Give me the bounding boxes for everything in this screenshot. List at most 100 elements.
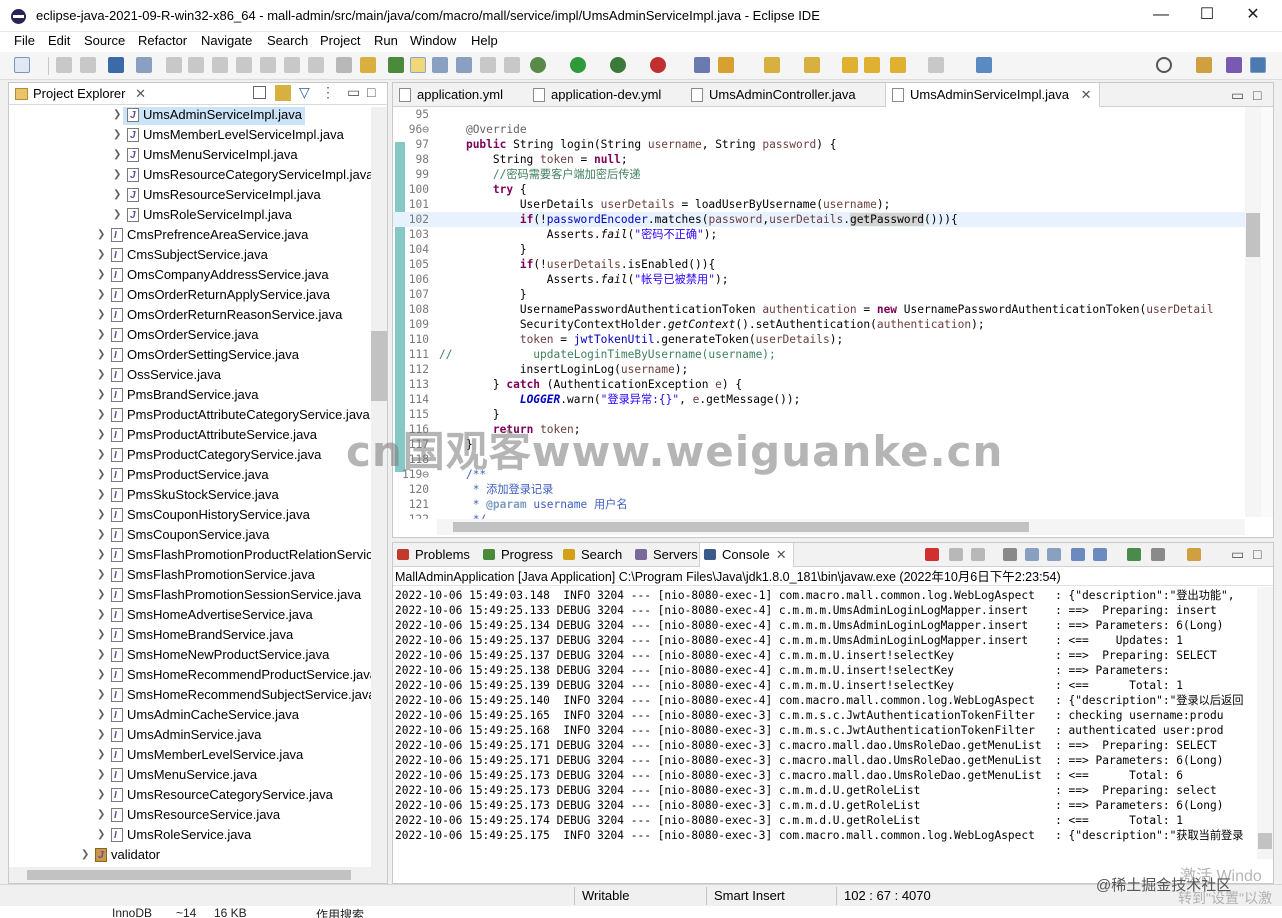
tree-item[interactable]: ❯ UmsRoleService.java	[9, 825, 371, 846]
new-java-project-icon[interactable]	[694, 57, 710, 73]
tree-item[interactable]: ❯ SmsFlashPromotionSessionService.java	[9, 585, 371, 606]
new-icon[interactable]	[14, 57, 30, 73]
minimize-button[interactable]: —	[1138, 0, 1184, 32]
expand-arrow-icon[interactable]: ❯	[97, 405, 107, 425]
tree-item[interactable]: ❯ UmsResourceCategoryServiceImpl.java	[9, 165, 371, 186]
search-icon[interactable]	[1156, 57, 1172, 73]
next-annotation-icon[interactable]	[764, 57, 780, 73]
menu-edit[interactable]: Edit	[48, 33, 70, 48]
tree-item[interactable]: ❯ SmsHomeNewProductService.java	[9, 645, 371, 666]
minimize-view-icon[interactable]: ▭	[1231, 546, 1244, 563]
terminate-icon[interactable]	[212, 57, 228, 73]
expand-arrow-icon[interactable]: ❯	[97, 485, 107, 505]
console-output[interactable]: 2022-10-06 15:49:03.148 INFO 3204 --- [n…	[393, 587, 1257, 859]
expand-arrow-icon[interactable]: ❯	[113, 205, 123, 225]
close-window-button[interactable]: ✕	[1230, 0, 1276, 32]
menu-source[interactable]: Source	[84, 33, 125, 48]
expand-arrow-icon[interactable]: ❯	[113, 125, 123, 145]
project-tree-horizontal-thumb[interactable]	[27, 870, 351, 880]
project-tree-scroll-thumb[interactable]	[371, 331, 387, 401]
tree-item[interactable]: ❯ UmsMemberLevelServiceImpl.java	[9, 125, 371, 146]
tab-console[interactable]: Console ✕	[699, 543, 794, 567]
disconnect-icon[interactable]	[236, 57, 252, 73]
link-with-editor-icon[interactable]	[275, 85, 291, 101]
expand-arrow-icon[interactable]: ❯	[97, 505, 107, 525]
show-on-stdout-icon[interactable]	[1071, 548, 1085, 561]
tree-item[interactable]: ❯ OmsCompanyAddressService.java	[9, 265, 371, 286]
tree-item[interactable]: ❯ PmsProductAttributeService.java	[9, 425, 371, 446]
expand-arrow-icon[interactable]: ❯	[97, 745, 107, 765]
tab-application-dev-yml[interactable]: application-dev.yml	[527, 83, 669, 107]
maximize-view-icon[interactable]: □	[1253, 546, 1261, 562]
tree-item[interactable]: ❯ CmsSubjectService.java	[9, 245, 371, 266]
tree-item[interactable]: ❯ SmsHomeAdvertiseService.java	[9, 605, 371, 626]
resume-icon[interactable]	[166, 57, 182, 73]
console-scroll-thumb[interactable]	[1258, 833, 1272, 849]
open-console-icon[interactable]	[1187, 548, 1201, 561]
expand-arrow-icon[interactable]: ❯	[97, 285, 107, 305]
maximize-button[interactable]: ☐	[1184, 0, 1230, 32]
step-into-icon[interactable]	[260, 57, 276, 73]
menu-refactor[interactable]: Refactor	[138, 33, 187, 48]
expand-arrow-icon[interactable]: ❯	[97, 445, 107, 465]
expand-arrow-icon[interactable]: ❯	[97, 365, 107, 385]
expand-arrow-icon[interactable]: ❯	[97, 725, 107, 745]
tab-search[interactable]: Search	[559, 543, 628, 567]
tree-item[interactable]: ❯ PmsProductService.java	[9, 465, 371, 486]
forward-edit-icon[interactable]	[864, 57, 880, 73]
expand-arrow-icon[interactable]: ❯	[97, 825, 107, 845]
menu-project[interactable]: Project	[320, 33, 360, 48]
close-tab-icon[interactable]: ✕	[776, 547, 787, 562]
tree-item[interactable]: ❯ SmsCouponHistoryService.java	[9, 505, 371, 526]
expand-arrow-icon[interactable]: ❯	[97, 305, 107, 325]
menu-run[interactable]: Run	[374, 33, 398, 48]
tree-item[interactable]: ❯ OmsOrderReturnApplyService.java	[9, 285, 371, 306]
expand-arrow-icon[interactable]: ❯	[97, 385, 107, 405]
expand-arrow-icon[interactable]: ❯	[97, 525, 107, 545]
tab-ums-admin-service-impl[interactable]: UmsAdminServiceImpl.java ✕	[885, 83, 1101, 107]
suspend-icon[interactable]	[188, 57, 204, 73]
highlight-icon[interactable]	[410, 57, 426, 73]
expand-arrow-icon[interactable]: ❯	[97, 565, 107, 585]
tree-item[interactable]: ❯ OssService.java	[9, 365, 371, 386]
tab-application-yml[interactable]: application.yml	[393, 83, 511, 107]
console-scrollbar[interactable]	[1257, 587, 1273, 859]
menu-search[interactable]: Search	[267, 33, 308, 48]
coverage-icon[interactable]	[610, 57, 626, 73]
view-menu-icon[interactable]: ⋮	[321, 84, 335, 101]
menu-window[interactable]: Window	[410, 33, 456, 48]
last-edit-location-icon[interactable]	[842, 57, 858, 73]
run-icon[interactable]	[570, 57, 586, 73]
open-perspective-icon[interactable]	[1196, 57, 1212, 73]
project-tree-scrollbar[interactable]	[371, 107, 387, 867]
tree-item[interactable]: ❯ UmsAdminServiceImpl.java	[113, 107, 305, 126]
tree-item[interactable]: ❯ CmsPrefrenceAreaService.java	[9, 225, 371, 246]
clear-console-icon[interactable]	[1003, 548, 1017, 561]
drop-frame-icon[interactable]	[336, 57, 352, 73]
word-wrap-icon[interactable]	[1047, 548, 1061, 561]
back-icon[interactable]	[890, 57, 906, 73]
tree-item[interactable]: ❯ PmsProductCategoryService.java	[9, 445, 371, 466]
external-tools-icon[interactable]	[650, 57, 666, 73]
show-whitespace-icon[interactable]	[480, 57, 496, 73]
expand-arrow-icon[interactable]: ❯	[97, 545, 107, 565]
debug-icon[interactable]	[530, 57, 546, 73]
tab-progress[interactable]: Progress	[479, 543, 559, 567]
step-return-icon[interactable]	[308, 57, 324, 73]
tree-item[interactable]: ❯ UmsResourceService.java	[9, 805, 371, 826]
expand-arrow-icon[interactable]: ❯	[97, 785, 107, 805]
expand-arrow-icon[interactable]: ❯	[97, 345, 107, 365]
pen-icon[interactable]	[504, 57, 520, 73]
expand-arrow-icon[interactable]: ❯	[97, 585, 107, 605]
expand-arrow-icon[interactable]: ❯	[113, 185, 123, 205]
expand-arrow-icon[interactable]: ❯	[97, 705, 107, 725]
toggle-mark-icon[interactable]	[432, 57, 448, 73]
tree-item[interactable]: ❯ UmsAdminCacheService.java	[9, 705, 371, 726]
expand-arrow-icon[interactable]: ❯	[81, 845, 91, 865]
expand-arrow-icon[interactable]: ❯	[113, 107, 123, 125]
tab-ums-admin-controller[interactable]: UmsAdminController.java	[685, 83, 864, 107]
tree-item[interactable]: ❯ SmsHomeRecommendProductService.java	[9, 665, 371, 686]
menu-file[interactable]: File	[14, 33, 35, 48]
tree-item[interactable]: ❯ UmsMenuService.java	[9, 765, 371, 786]
tree-item[interactable]: ❯ PmsSkuStockService.java	[9, 485, 371, 506]
